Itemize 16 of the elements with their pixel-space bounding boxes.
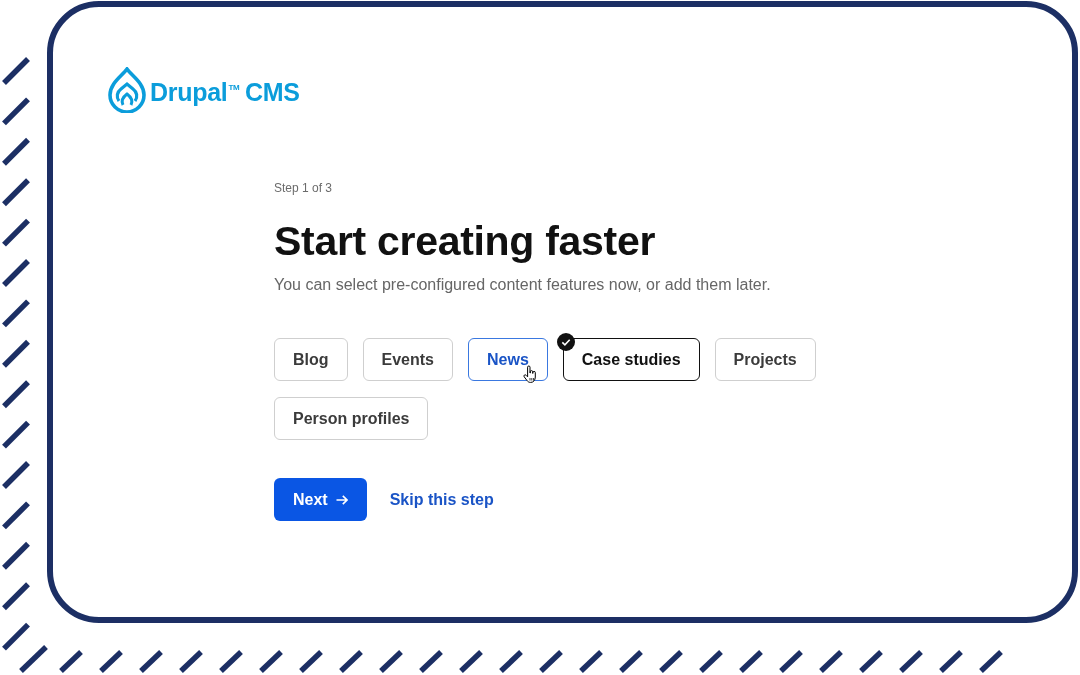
feature-option[interactable]: Case studies [562, 338, 700, 381]
step-indicator: Step 1 of 3 [274, 180, 333, 196]
feature-option[interactable]: Blog [274, 338, 348, 381]
feature-option[interactable]: Projects [714, 338, 816, 381]
drop-logo-icon [108, 67, 146, 113]
feature-option[interactable]: News [468, 338, 548, 381]
feature-option[interactable]: Events [362, 338, 453, 381]
page-subtitle: You can select pre-configured content features now, or add them later. [274, 275, 771, 295]
next-button[interactable]: Next [274, 478, 367, 521]
logo-wordmark: Drupal$^{TM}$ CMS [150, 77, 300, 107]
arrow-right-icon [335, 494, 348, 505]
page-title: Start creating faster [274, 217, 656, 265]
feature-option[interactable]: Person profiles [274, 397, 429, 440]
check-icon [556, 333, 575, 351]
hand-cursor-icon [523, 365, 537, 383]
skip-link[interactable]: Skip this step [389, 490, 494, 509]
